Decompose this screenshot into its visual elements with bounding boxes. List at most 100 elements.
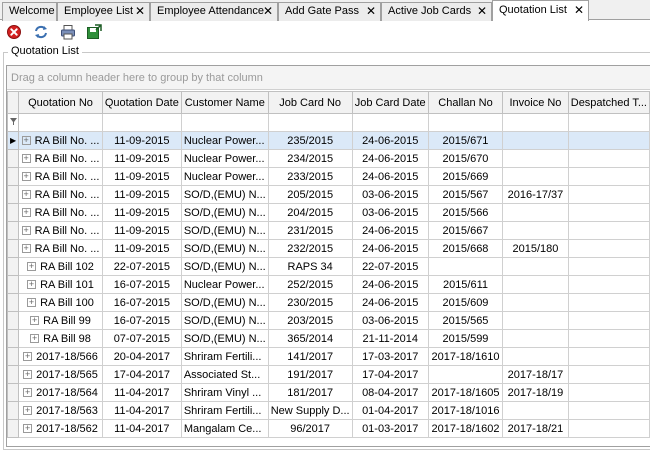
tab-employee-list[interactable]: Employee List ✕ [57, 2, 150, 21]
column-header[interactable]: Despatched T... [567, 91, 650, 114]
delete-button[interactable] [6, 24, 22, 40]
expand-icon[interactable]: + [21, 136, 31, 146]
column-header[interactable]: Quotation Date [101, 91, 182, 114]
expand-icon[interactable]: + [23, 370, 33, 380]
row-indicator[interactable] [7, 419, 20, 438]
table-cell[interactable]: SO/D,(EMU) N... [180, 293, 269, 312]
table-cell[interactable] [502, 347, 569, 366]
table-cell[interactable] [567, 329, 650, 348]
table-cell[interactable] [567, 275, 650, 294]
table-row[interactable]: +2017-18/563 11-04-2017 Shriram Fertili...… [7, 401, 650, 420]
table-cell[interactable]: SO/D,(EMU) N... [180, 185, 269, 204]
table-cell[interactable] [567, 167, 650, 186]
table-cell[interactable]: 21-11-2014 [351, 329, 429, 348]
table-cell[interactable]: + RA Bill No. ... [18, 149, 103, 168]
table-cell[interactable]: 141/2017 [267, 347, 353, 366]
table-cell[interactable]: 11-09-2015 [101, 167, 182, 186]
table-cell[interactable] [502, 311, 569, 330]
table-cell[interactable] [567, 311, 650, 330]
table-cell[interactable]: 11-09-2015 [101, 239, 182, 258]
table-cell[interactable]: 24-06-2015 [351, 149, 429, 168]
row-indicator[interactable] [7, 383, 20, 402]
table-cell[interactable]: 204/2015 [267, 203, 353, 222]
table-cell[interactable]: 2017-18/1016 [427, 401, 504, 420]
table-cell[interactable] [567, 401, 650, 420]
tab-add-gate-pass[interactable]: Add Gate Pass ✕ [278, 2, 381, 21]
expand-icon[interactable]: + [23, 388, 33, 398]
table-row[interactable]: + RA Bill 101 16-07-2015 Nuclear Power... 25… [7, 275, 650, 294]
column-header[interactable]: Customer Name [180, 91, 269, 114]
row-indicator[interactable] [7, 167, 20, 186]
table-cell[interactable] [502, 131, 569, 150]
table-cell[interactable] [502, 293, 569, 312]
expand-icon[interactable]: + [30, 316, 40, 326]
table-cell[interactable]: 16-07-2015 [101, 311, 182, 330]
table-cell[interactable]: 11-04-2017 [101, 419, 182, 438]
table-row[interactable]: + RA Bill No. ... 11-09-2015 SO/D,(EMU) N..… [7, 185, 650, 204]
table-cell[interactable] [502, 221, 569, 240]
group-by-panel[interactable]: Drag a column header here to group by th… [7, 66, 650, 90]
table-cell[interactable]: + RA Bill No. ... [18, 221, 103, 240]
table-row[interactable]: + RA Bill 102 22-07-2015 SO/D,(EMU) N... RAP… [7, 257, 650, 276]
expand-icon[interactable]: + [30, 334, 40, 344]
row-indicator[interactable] [7, 221, 20, 240]
table-cell[interactable]: 07-07-2015 [101, 329, 182, 348]
table-cell[interactable]: 22-07-2015 [351, 257, 429, 276]
table-cell[interactable]: 2015/669 [427, 167, 504, 186]
table-cell[interactable]: 24-06-2015 [351, 167, 429, 186]
table-cell[interactable]: SO/D,(EMU) N... [180, 311, 269, 330]
current-row-indicator[interactable]: ▶ [7, 131, 20, 150]
expand-icon[interactable]: + [21, 208, 31, 218]
table-cell[interactable]: +2017-18/562 [18, 419, 103, 438]
table-cell[interactable]: + RA Bill 101 [18, 275, 103, 294]
table-cell[interactable]: + RA Bill No. ... [18, 131, 103, 150]
table-cell[interactable]: +2017-18/563 [18, 401, 103, 420]
table-cell[interactable]: 11-09-2015 [101, 221, 182, 240]
table-cell[interactable]: 03-06-2015 [351, 203, 429, 222]
table-cell[interactable] [502, 167, 569, 186]
table-cell[interactable]: + RA Bill 100 [18, 293, 103, 312]
table-cell[interactable]: Shriram Fertili... [180, 401, 269, 420]
table-cell[interactable]: 2017-18/21 [502, 419, 569, 438]
table-cell[interactable]: 03-06-2015 [351, 185, 429, 204]
table-row[interactable]: + RA Bill No. ... 11-09-2015 SO/D,(EMU) N..… [7, 221, 650, 240]
row-indicator[interactable] [7, 239, 20, 258]
table-cell[interactable] [567, 203, 650, 222]
table-cell[interactable]: Shriram Vinyl ... [180, 383, 269, 402]
table-cell[interactable]: 11-04-2017 [101, 383, 182, 402]
close-icon[interactable]: ✕ [477, 3, 487, 20]
table-row[interactable]: + RA Bill No. ... 11-09-2015 SO/D,(EMU) N..… [7, 239, 650, 258]
table-cell[interactable]: 230/2015 [267, 293, 353, 312]
table-row[interactable]: +2017-18/562 11-04-2017 Mangalam Ce... 96/2… [7, 419, 650, 438]
close-icon[interactable]: ✕ [366, 3, 376, 20]
table-cell[interactable]: 01-03-2017 [351, 419, 429, 438]
expand-icon[interactable]: + [27, 280, 37, 290]
table-cell[interactable]: 22-07-2015 [101, 257, 182, 276]
filter-cell[interactable] [267, 113, 353, 132]
row-indicator[interactable] [7, 347, 20, 366]
table-cell[interactable]: 233/2015 [267, 167, 353, 186]
table-cell[interactable]: 17-04-2017 [101, 365, 182, 384]
table-row[interactable]: +2017-18/566 20-04-2017 Shriram Fertili...… [7, 347, 650, 366]
table-cell[interactable]: Nuclear Power... [180, 275, 269, 294]
close-icon[interactable]: ✕ [574, 1, 584, 20]
table-cell[interactable]: 2016-17/37 [502, 185, 569, 204]
table-cell[interactable]: 181/2017 [267, 383, 353, 402]
table-cell[interactable]: 2015/609 [427, 293, 504, 312]
table-row[interactable]: + RA Bill 99 16-07-2015 SO/D,(EMU) N... 203/… [7, 311, 650, 330]
table-cell[interactable]: 234/2015 [267, 149, 353, 168]
expand-icon[interactable]: + [21, 244, 31, 254]
table-cell[interactable] [502, 329, 569, 348]
table-cell[interactable]: + RA Bill No. ... [18, 167, 103, 186]
filter-cell[interactable] [351, 113, 429, 132]
close-icon[interactable]: ✕ [263, 3, 273, 20]
row-indicator[interactable] [7, 203, 20, 222]
table-cell[interactable]: 2015/567 [427, 185, 504, 204]
table-cell[interactable] [567, 293, 650, 312]
table-cell[interactable] [427, 365, 504, 384]
table-cell[interactable] [502, 203, 569, 222]
table-cell[interactable]: + RA Bill 98 [18, 329, 103, 348]
expand-icon[interactable]: + [21, 172, 31, 182]
table-cell[interactable] [567, 149, 650, 168]
table-cell[interactable]: Nuclear Power... [180, 149, 269, 168]
